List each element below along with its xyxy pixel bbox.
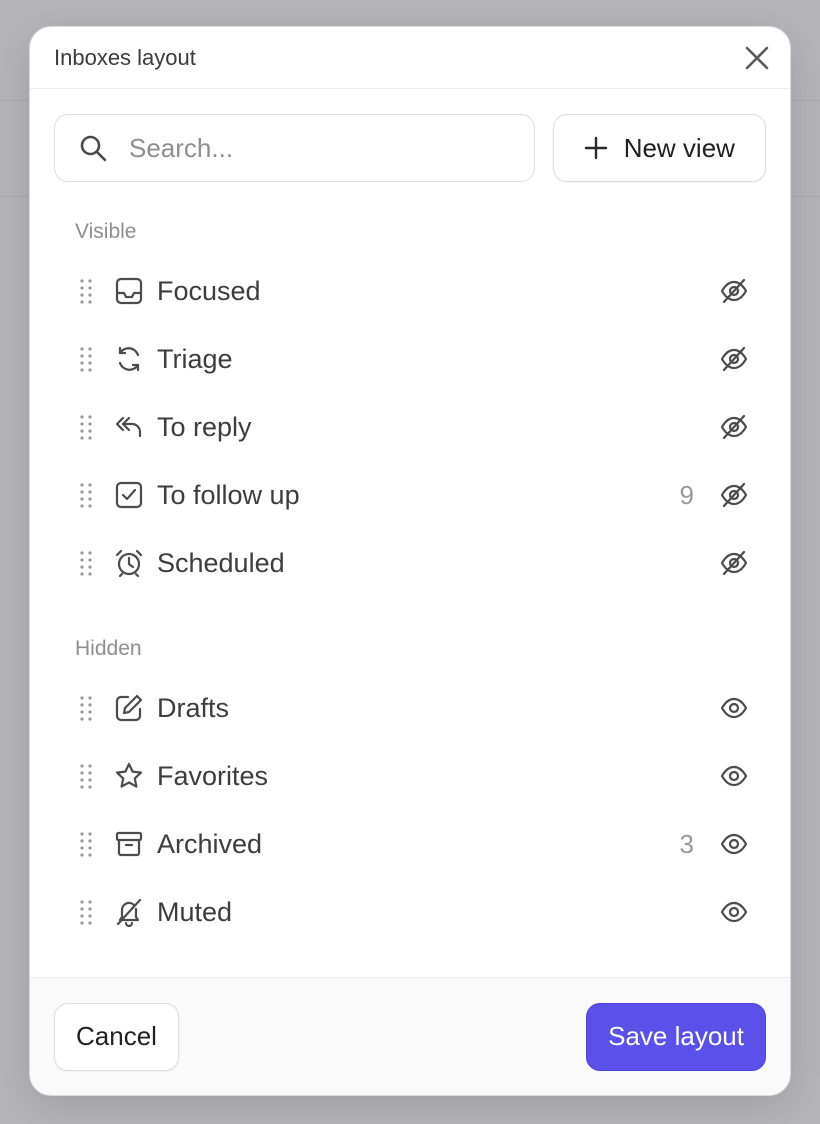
drag-handle-icon (80, 347, 92, 372)
search-box[interactable] (54, 114, 535, 182)
eye-icon (720, 833, 748, 855)
archive-icon (114, 829, 144, 859)
eye-off-icon (720, 482, 748, 508)
drag-handle[interactable] (78, 482, 94, 508)
list-item[interactable]: Scheduled (30, 529, 790, 597)
dialog-title: Inboxes layout (54, 44, 196, 70)
drag-handle-icon (80, 551, 92, 576)
show-toggle[interactable] (718, 760, 750, 792)
show-toggle[interactable] (718, 692, 750, 724)
drag-handle-icon (80, 483, 92, 508)
hidden-list: Drafts Favorites Archived 3 Muted (30, 674, 790, 946)
reply-icon (114, 412, 144, 442)
list-item-label: To follow up (157, 479, 300, 510)
drag-handle-icon (80, 279, 92, 304)
drag-handle-icon (80, 832, 92, 857)
list-item-label: Muted (157, 896, 233, 927)
hide-toggle[interactable] (718, 547, 750, 579)
bell-off-icon (114, 897, 144, 927)
list-item[interactable]: Drafts (30, 674, 790, 742)
list-item-label: To reply (157, 411, 252, 442)
drag-handle[interactable] (78, 831, 94, 857)
dialog-footer: Cancel Save layout (30, 977, 790, 1095)
hide-toggle[interactable] (718, 411, 750, 443)
list-item[interactable]: To reply (30, 393, 790, 461)
show-toggle[interactable] (718, 828, 750, 860)
section-label-hidden: Hidden (75, 637, 142, 660)
list-item-label: Focused (157, 275, 261, 306)
list-item-count: 9 (679, 479, 694, 510)
drag-handle[interactable] (78, 346, 94, 372)
alarm-clock-icon (114, 548, 144, 578)
plus-icon (584, 136, 607, 160)
drag-handle-icon (80, 900, 92, 925)
drag-handle-icon (80, 415, 92, 440)
list-item[interactable]: Favorites (30, 742, 790, 810)
drag-handle[interactable] (78, 763, 94, 789)
hide-toggle[interactable] (718, 275, 750, 307)
list-item[interactable]: Muted (30, 878, 790, 946)
eye-icon (720, 901, 748, 923)
refresh-icon (114, 344, 144, 374)
eye-icon (720, 697, 748, 719)
list-item-label: Scheduled (157, 547, 285, 578)
save-layout-button[interactable]: Save layout (586, 1002, 766, 1071)
drag-handle[interactable] (78, 550, 94, 576)
search-input[interactable] (129, 132, 509, 164)
eye-off-icon (720, 414, 748, 440)
new-view-button[interactable]: New view (552, 114, 766, 182)
drag-handle[interactable] (78, 899, 94, 925)
dialog-header: Inboxes layout (30, 27, 790, 89)
list-item-label: Triage (157, 343, 233, 374)
inbox-icon (114, 276, 144, 306)
list-item[interactable]: To follow up 9 (30, 461, 790, 529)
list-item[interactable]: Archived 3 (30, 810, 790, 878)
section-label-visible: Visible (75, 220, 137, 243)
hide-toggle[interactable] (718, 343, 750, 375)
show-toggle[interactable] (718, 896, 750, 928)
close-icon (745, 46, 769, 70)
edit-icon (114, 693, 144, 723)
list-item[interactable]: Triage (30, 325, 790, 393)
drag-handle[interactable] (78, 695, 94, 721)
hide-toggle[interactable] (718, 479, 750, 511)
toolbar: New view (30, 89, 790, 182)
visible-list: Focused Triage To reply To follow up 9 S… (30, 257, 790, 597)
cancel-button[interactable]: Cancel (54, 1002, 179, 1071)
checkbox-icon (114, 480, 144, 510)
list-item-count: 3 (679, 828, 694, 859)
drag-handle[interactable] (78, 414, 94, 440)
drag-handle-icon (80, 764, 92, 789)
eye-off-icon (720, 346, 748, 372)
eye-icon (720, 765, 748, 787)
drag-handle[interactable] (78, 278, 94, 304)
search-icon (80, 135, 107, 162)
star-icon (114, 761, 144, 791)
eye-off-icon (720, 550, 748, 576)
close-button[interactable] (742, 43, 772, 73)
list-item[interactable]: Focused (30, 257, 790, 325)
list-item-label: Favorites (157, 760, 269, 791)
list-item-label: Archived (157, 828, 263, 859)
inboxes-layout-dialog: Inboxes layout New view Visible (29, 26, 791, 1096)
eye-off-icon (720, 278, 748, 304)
list-item-label: Drafts (157, 692, 230, 723)
new-view-label: New view (623, 132, 735, 163)
drag-handle-icon (80, 696, 92, 721)
